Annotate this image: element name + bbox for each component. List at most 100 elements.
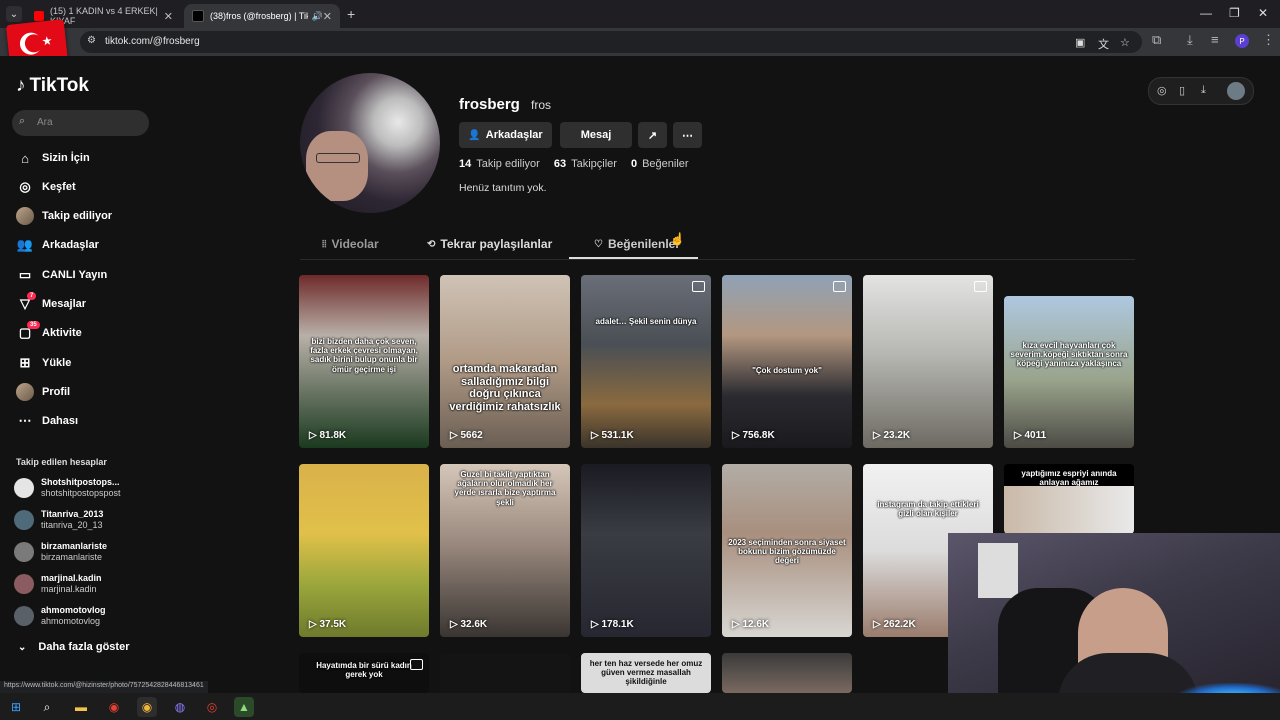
- site-info-icon[interactable]: ⚙: [87, 35, 96, 46]
- url-text[interactable]: tiktok.com/@frosberg: [105, 36, 200, 47]
- show-more-button[interactable]: ⌄ Daha fazla göster: [18, 641, 129, 653]
- chrome-active-icon[interactable]: ◉: [137, 697, 157, 717]
- following-label[interactable]: Takip ediliyor: [476, 158, 540, 170]
- search-input[interactable]: ⌕ Ara: [12, 110, 149, 136]
- video-card[interactable]: ▷ 178.1K: [581, 464, 711, 637]
- account-name: ahmomotovlog: [41, 605, 106, 615]
- sidebar-item-live[interactable]: ▭ CANLI Yayın: [16, 264, 156, 286]
- tab-videos[interactable]: ⦙⦙ Videolar: [322, 237, 379, 251]
- message-badge: 7: [27, 292, 37, 300]
- windows-start-icon[interactable]: ⊞: [6, 697, 26, 717]
- tab-search-icon[interactable]: ⌄: [6, 6, 22, 22]
- cast-icon[interactable]: ▣: [1075, 36, 1085, 49]
- app-icon[interactable]: ▲: [234, 697, 254, 717]
- account-handle: ahmomotovlog: [41, 616, 101, 626]
- following-account[interactable]: Shotshitpostops... shotshitpostopspost: [14, 475, 164, 501]
- obs-icon[interactable]: ◎: [202, 697, 222, 717]
- avatar[interactable]: [1227, 82, 1245, 100]
- tab-underline: [569, 257, 698, 259]
- close-icon[interactable]: ✕: [323, 10, 332, 23]
- video-card[interactable]: kıza evcil hayvanları çok severim.köpeği…: [1004, 296, 1134, 448]
- tiktok-logo[interactable]: ♪ TikTok: [16, 75, 89, 97]
- media-icon[interactable]: ≡: [1211, 32, 1219, 47]
- bookmark-star-icon[interactable]: ☆: [1120, 36, 1130, 49]
- tab-reposts[interactable]: ⟲ Tekrar paylaşılanlar: [427, 237, 552, 251]
- video-card[interactable]: yaptığımız espriyi anında anlayan ağamız: [1004, 464, 1134, 534]
- download-icon[interactable]: ⤓: [1187, 32, 1193, 48]
- search-placeholder: Ara: [37, 117, 53, 128]
- sidebar-item-for-you[interactable]: ⌂ Sizin İçin: [16, 147, 156, 169]
- video-card[interactable]: her ten haz versede her omuz güven verme…: [581, 653, 711, 693]
- coin-icon[interactable]: ◎: [1157, 84, 1167, 97]
- discord-icon[interactable]: ◍: [170, 697, 190, 717]
- file-explorer-icon[interactable]: ▬: [71, 697, 91, 717]
- download-icon[interactable]: ⤓: [1201, 84, 1206, 97]
- more-options-button[interactable]: ⋯: [673, 122, 702, 148]
- minimize-button[interactable]: —: [1200, 6, 1212, 20]
- sidebar-item-upload[interactable]: ⊞ Yükle: [16, 352, 156, 374]
- translate-icon[interactable]: 文: [1098, 36, 1109, 52]
- video-card[interactable]: ▷ 23.2K: [863, 275, 993, 448]
- sidebar-item-explore[interactable]: ◎ Keşfet: [16, 176, 156, 198]
- button-label: Arkadaşlar: [485, 129, 543, 141]
- close-window-button[interactable]: ✕: [1258, 6, 1268, 20]
- omnibox[interactable]: ⚙ tiktok.com/@frosberg ▣ 文 ☆: [80, 31, 1142, 53]
- video-card[interactable]: "Çok dostum yok" ▷ 756.8K: [722, 275, 852, 448]
- following-account[interactable]: ahmomotovlog ahmomotovlog: [14, 603, 164, 629]
- video-card[interactable]: Guzel bi taklit yaptıktan ağaların olur …: [440, 464, 570, 637]
- following-account[interactable]: birzamanlariste birzamanlariste: [14, 539, 164, 565]
- view-count: ▷ 4011: [1014, 430, 1047, 441]
- sidebar-item-messages[interactable]: ▽ 7 Mesajlar: [16, 292, 156, 315]
- following-account[interactable]: marjinal.kadin marjinal.kadin: [14, 571, 164, 597]
- video-card[interactable]: ortamda makaradan salladığımız bilgi doğ…: [440, 275, 570, 448]
- profile-tabs: ⦙⦙ Videolar ⟲ Tekrar paylaşılanlar ♡ Beğeni…: [300, 231, 1135, 260]
- video-caption: yaptığımız espriyi anında anlayan ağamız: [1021, 469, 1117, 488]
- tab-liked[interactable]: ♡ Beğenilenler: [594, 237, 680, 251]
- logo-text: TikTok: [29, 75, 89, 96]
- followers-label[interactable]: Takipçiler: [571, 158, 617, 170]
- share-icon: ↗: [647, 129, 658, 142]
- friends-button[interactable]: 👤 Arkadaşlar: [459, 122, 552, 148]
- video-card[interactable]: 2023 seçiminden sonra siyaset bokunu biz…: [722, 464, 852, 637]
- phone-icon[interactable]: ▯: [1179, 84, 1185, 97]
- message-icon: ▽ 7: [16, 292, 37, 312]
- view-count: ▷ 5662: [450, 430, 483, 441]
- video-card[interactable]: [722, 653, 852, 693]
- profile-avatar[interactable]: [300, 73, 440, 213]
- share-button[interactable]: ↗: [638, 122, 667, 148]
- avatar: [14, 574, 34, 594]
- repost-icon: ⟲: [427, 238, 436, 250]
- address-bar-row: ⚙ tiktok.com/@frosberg ▣ 文 ☆ ⧉ ⤓ ≡ P ⋮: [0, 28, 1280, 56]
- account-name: Shotshitpostops...: [41, 477, 120, 487]
- sidebar-item-profile[interactable]: Profil: [16, 381, 156, 403]
- account-handle: titanriva_20_13: [41, 520, 103, 530]
- restore-button[interactable]: ❐: [1229, 6, 1240, 20]
- video-caption: her ten haz versede her omuz güven verme…: [589, 659, 703, 687]
- view-count: ▷ 262.2K: [873, 619, 916, 630]
- account-handle: shotshitpostopspost: [41, 488, 121, 498]
- show-more-label: Daha fazla göster: [38, 641, 130, 653]
- extensions-icon[interactable]: ⧉: [1152, 32, 1161, 48]
- sidebar-item-activity[interactable]: ▢ 35 Aktivite: [16, 321, 156, 344]
- sidebar-item-following[interactable]: Takip ediliyor: [16, 205, 156, 227]
- speaker-icon[interactable]: 🔊: [312, 11, 323, 22]
- sidebar-item-friends[interactable]: 👥 Arkadaşlar: [16, 234, 156, 256]
- photo-icon: [974, 281, 987, 292]
- video-card[interactable]: Hayatımda bir sürü kadın gerek yok: [299, 653, 429, 693]
- browser-tab-tiktok[interactable]: (38)fros (@frosberg) | TikTok 🔊 ✕: [184, 4, 340, 28]
- video-card[interactable]: adalet… Şekil senin dünya ▷ 531.1K: [581, 275, 711, 448]
- sidebar-item-more[interactable]: ⋯ Dahası: [16, 410, 156, 432]
- video-card[interactable]: ▷ 37.5K: [299, 464, 429, 637]
- nav-label: Dahası: [42, 415, 79, 427]
- new-tab-button[interactable]: +: [347, 6, 355, 22]
- chrome-icon[interactable]: ◉: [104, 697, 124, 717]
- menu-dots-icon[interactable]: ⋮: [1262, 32, 1275, 48]
- message-button[interactable]: Mesaj: [560, 122, 632, 148]
- close-icon[interactable]: ✕: [164, 10, 173, 23]
- profile-avatar[interactable]: P: [1235, 34, 1249, 48]
- nav-label: Mesajlar: [42, 298, 87, 310]
- video-card[interactable]: bizi bizden daha çok seven, fazla erkek …: [299, 275, 429, 448]
- following-account[interactable]: Titanriva_2013 titanriva_20_13: [14, 507, 164, 533]
- video-card[interactable]: [440, 653, 570, 693]
- search-icon[interactable]: ⌕: [37, 697, 57, 717]
